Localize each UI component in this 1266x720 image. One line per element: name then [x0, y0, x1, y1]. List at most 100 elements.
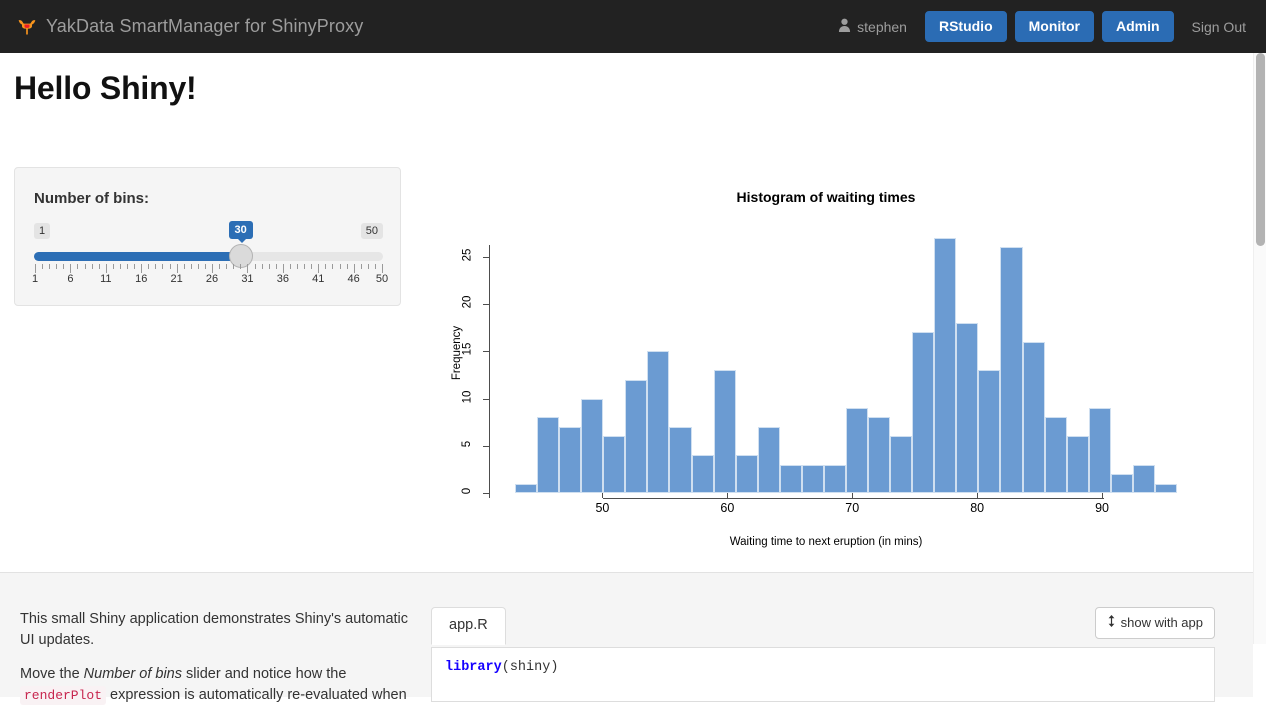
user-icon [838, 18, 851, 35]
yak-head-logo-icon[interactable] [8, 17, 46, 37]
code-keyword: library [445, 660, 502, 675]
slider-tick [92, 264, 93, 269]
slider-tick-label: 6 [67, 273, 73, 285]
slider-tick [170, 264, 171, 269]
code-editor[interactable]: library(shiny) [431, 648, 1215, 702]
slider-min-label: 1 [34, 223, 50, 239]
show-with-app-button[interactable]: show with app [1095, 607, 1215, 639]
histogram-bar [956, 323, 978, 493]
slider-tick [77, 264, 78, 269]
histogram-plot[interactable]: Histogram of waiting times Frequency Wai… [416, 167, 1236, 567]
slider-tick-label: 36 [277, 273, 289, 285]
admin-button[interactable]: Admin [1102, 11, 1174, 42]
plot-x-tick-label: 70 [845, 501, 859, 515]
slider-tick [276, 264, 277, 269]
slider-tick [247, 264, 248, 273]
page-scrollbar[interactable] [1253, 53, 1266, 644]
histogram-bar [758, 427, 780, 493]
slider-tick [361, 264, 362, 269]
histogram-bar [890, 436, 912, 493]
histogram-bar [1089, 408, 1111, 493]
slider-value-tooltip: 30 [229, 221, 253, 239]
brand-title[interactable]: YakData SmartManager for ShinyProxy [46, 16, 363, 37]
tab-app-r[interactable]: app.R [431, 607, 506, 645]
histogram-bar [692, 455, 714, 493]
slider-tick [127, 264, 128, 269]
current-user: stephen [838, 18, 907, 35]
app-page: Hello Shiny! Number of bins: 1 50 30 161… [0, 53, 1253, 644]
p2-code: renderPlot [20, 686, 106, 705]
slider-tick [42, 264, 43, 269]
rstudio-button[interactable]: RStudio [925, 11, 1007, 42]
histogram-bar [1111, 474, 1133, 493]
scrollbar-thumb[interactable] [1256, 53, 1265, 246]
slider-tick [120, 264, 121, 269]
slider-tick [205, 264, 206, 269]
slider-tick [297, 264, 298, 269]
slider-tick [70, 264, 71, 273]
slider-track[interactable] [34, 252, 383, 261]
slider-tick-labels: 16111621263136414650 [34, 273, 383, 289]
navbar-right-group: stephen RStudio Monitor Admin Sign Out [838, 11, 1266, 42]
p2-post: expression is automatically re-evaluated… [106, 687, 407, 703]
code-tabstrip: app.R show with app [431, 607, 1215, 648]
plot-x-tick-label: 50 [595, 501, 609, 515]
slider-tick [283, 264, 284, 273]
show-with-app-label: show with app [1121, 616, 1203, 631]
slider-tick [325, 264, 326, 269]
slider-tick [63, 264, 64, 269]
username-label: stephen [857, 19, 907, 35]
monitor-button[interactable]: Monitor [1015, 11, 1094, 42]
slider-tick-label: 31 [241, 273, 253, 285]
plot-x-axis-label: Waiting time to next eruption (in mins) [416, 536, 1236, 548]
slider-tick [85, 264, 86, 269]
page-title: Hello Shiny! [14, 70, 197, 107]
slider-tick-label: 16 [135, 273, 147, 285]
bins-slider[interactable]: 1 50 30 16111621263136414650 [34, 210, 383, 290]
slider-tick-label: 21 [171, 273, 183, 285]
slider-tick [255, 264, 256, 269]
histogram-bar [780, 465, 802, 493]
slider-tick-marks [34, 264, 383, 273]
top-navbar: YakData SmartManager for ShinyProxy step… [0, 0, 1266, 53]
slider-tick [354, 264, 355, 273]
slider-tick [318, 264, 319, 273]
slider-tick-label: 50 [376, 273, 388, 285]
histogram-bar [581, 399, 603, 493]
slider-tick [191, 264, 192, 269]
slider-tick [35, 264, 36, 273]
plot-x-tick-label: 90 [1095, 501, 1109, 515]
slider-tick [148, 264, 149, 269]
histogram-bar [603, 436, 625, 493]
slider-tick [311, 264, 312, 269]
slider-tick [99, 264, 100, 269]
slider-max-label: 50 [361, 223, 383, 239]
slider-tick [155, 264, 156, 269]
histogram-bar [669, 427, 691, 493]
slider-tick [113, 264, 114, 269]
histogram-bar [1067, 436, 1089, 493]
sign-out-link[interactable]: Sign Out [1192, 19, 1246, 35]
slider-tick [134, 264, 135, 269]
slider-tick [347, 264, 348, 269]
slider-tick [198, 264, 199, 269]
slider-tick [290, 264, 291, 269]
p2-pre: Move the [20, 666, 84, 682]
histogram-bar [625, 380, 647, 493]
slider-tick [212, 264, 213, 273]
histogram-bar [846, 408, 868, 493]
slider-tick [382, 264, 383, 273]
histogram-bar [802, 465, 824, 493]
showcase-panel: This small Shiny application demonstrate… [0, 572, 1253, 697]
updown-arrow-icon [1107, 615, 1116, 631]
histogram-bar [647, 351, 669, 493]
histogram-bar [537, 417, 559, 493]
p2-mid: slider and notice how the [182, 666, 346, 682]
histogram-bar [559, 427, 581, 493]
slider-tick [162, 264, 163, 269]
slider-tick [332, 264, 333, 269]
slider-tick [262, 264, 263, 269]
slider-tick [49, 264, 50, 269]
histogram-bar [515, 484, 537, 493]
histogram-bar [1155, 484, 1177, 493]
